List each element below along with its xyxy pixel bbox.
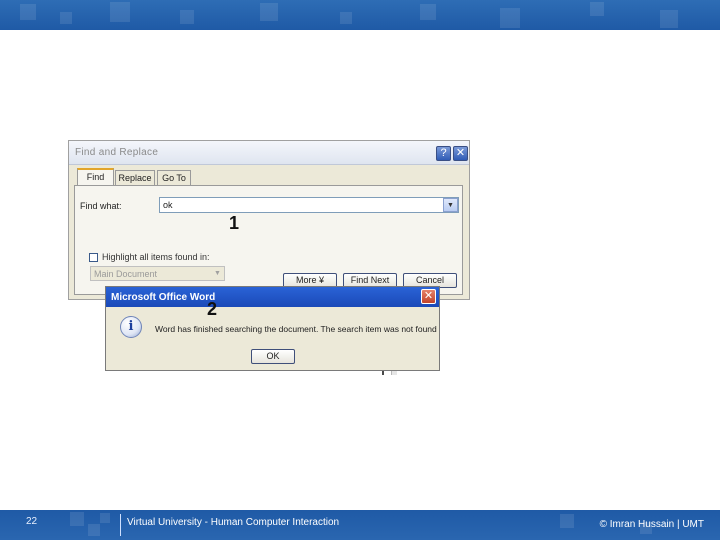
message-box: Microsoft Office Word ✕ i Word has finis… [105,286,440,371]
highlight-label: Highlight all items found in: [102,252,210,262]
slide-number: 22 [26,516,38,527]
dialog-title: Find and Replace [75,147,159,158]
message-title: Microsoft Office Word [111,292,216,303]
ok-button[interactable]: OK [251,349,295,364]
help-button[interactable]: ? [436,146,451,161]
footer-copyright: © Imran Hussain | UMT [599,519,704,530]
search-scope-select[interactable]: Main Document [90,266,225,281]
info-icon: i [120,316,142,338]
footer-title: Virtual University - Human Computer Inte… [127,517,340,528]
dialog-titlebar: Find and Replace ? ✕ [69,141,469,165]
close-button[interactable]: ✕ [453,146,468,161]
find-what-input[interactable]: ok [159,197,459,213]
chevron-down-icon[interactable]: ▼ [443,198,458,212]
annotation-one: 1 [229,213,240,233]
annotation-two: 2 [207,299,218,319]
message-text: Word has finished searching the document… [155,324,437,334]
footer-divider [120,514,121,536]
find-replace-dialog: Find and Replace ? ✕ Find Replace Go To … [68,140,470,300]
message-titlebar: Microsoft Office Word ✕ [106,287,439,307]
tab-replace[interactable]: Replace [115,170,155,185]
tab-go-to[interactable]: Go To [157,170,191,185]
slide-footer: 22 Virtual University - Human Computer I… [0,510,720,540]
chevron-down-icon[interactable]: ▼ [210,266,225,281]
tab-find[interactable]: Find [77,168,114,185]
message-close-button[interactable]: ✕ [421,289,436,304]
highlight-checkbox[interactable] [89,253,98,262]
find-what-label: Find what: [80,201,122,211]
top-banner [0,0,720,30]
